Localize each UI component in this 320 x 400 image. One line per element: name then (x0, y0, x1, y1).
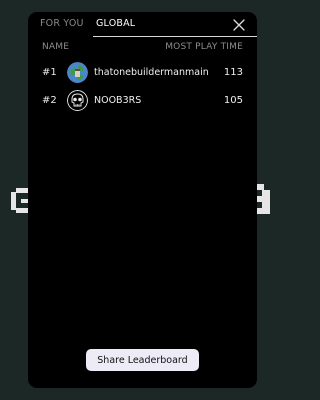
globe-avatar-icon (67, 62, 88, 83)
rank-label: #1 (42, 67, 57, 78)
leaderboard-row[interactable]: #1 thatonebuildermanmain 113 (28, 62, 257, 84)
leaderboard-row[interactable]: #2 NOOB3RS 105 (28, 90, 257, 112)
share-leaderboard-button[interactable]: Share Leaderboard (86, 349, 199, 371)
column-headers: NAME MOST PLAY TIME (28, 42, 257, 56)
rank-label: #2 (42, 95, 57, 106)
username: thatonebuildermanmain (94, 67, 209, 78)
tab-bar: FOR YOU GLOBAL (28, 12, 257, 37)
play-time-value: 105 (223, 95, 243, 106)
tab-for-you[interactable]: FOR YOU (40, 18, 94, 37)
column-header-most-play-time: MOST PLAY TIME (165, 42, 243, 52)
skull-avatar-icon (67, 90, 88, 111)
pixel-logo-right-icon (256, 184, 270, 214)
pixel-logo-left-icon (11, 188, 29, 213)
play-time-value: 113 (223, 67, 243, 78)
leaderboard-modal: FOR YOU GLOBAL NAME MOST PLAY TIME #1 th… (28, 12, 257, 388)
page-background: FOR YOU GLOBAL NAME MOST PLAY TIME #1 th… (0, 0, 286, 400)
column-header-name: NAME (42, 42, 70, 52)
close-icon[interactable] (233, 19, 245, 31)
username: NOOB3RS (94, 95, 142, 106)
